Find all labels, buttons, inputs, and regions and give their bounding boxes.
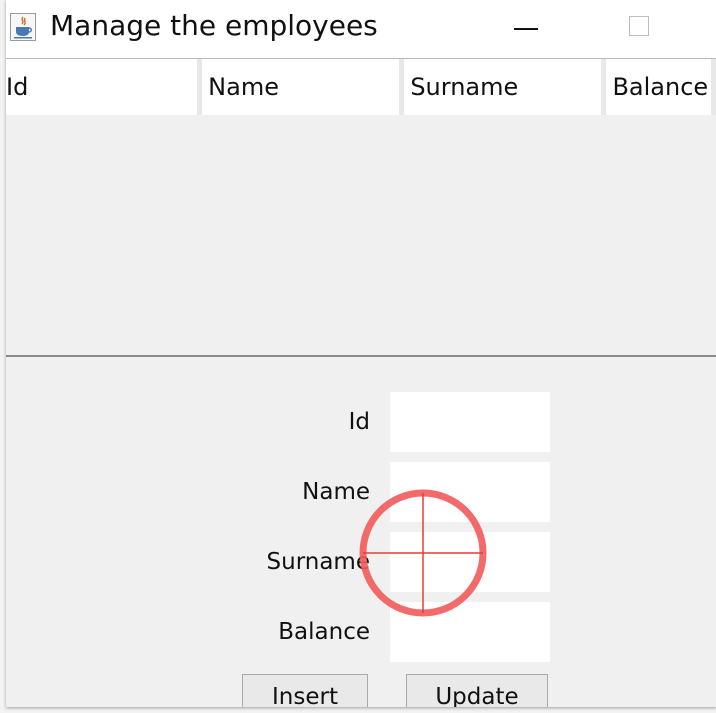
- surname-field[interactable]: [390, 532, 550, 592]
- name-label: Name: [302, 479, 370, 505]
- name-field[interactable]: [390, 462, 550, 522]
- balance-label: Balance: [278, 619, 370, 645]
- maximize-icon[interactable]: [626, 12, 662, 46]
- column-header-id[interactable]: Id: [6, 59, 198, 115]
- java-icon[interactable]: [10, 13, 36, 41]
- column-header-balance[interactable]: Balance: [606, 59, 711, 115]
- employee-manager-window: Manage the employees Id Name Surname Bal…: [6, 0, 716, 707]
- update-button[interactable]: Update: [406, 674, 548, 707]
- title-bar[interactable]: Manage the employees: [6, 0, 716, 59]
- table-header: Id Name Surname Balance: [6, 59, 716, 115]
- surname-label: Surname: [266, 549, 370, 575]
- id-label: Id: [348, 409, 370, 435]
- window-title: Manage the employees: [50, 9, 378, 42]
- id-field[interactable]: [390, 392, 550, 452]
- split-pane-divider[interactable]: [6, 355, 716, 357]
- employees-table-body[interactable]: [6, 115, 716, 355]
- employee-form: Id Name Surname Balance Insert Update: [6, 358, 716, 707]
- column-header-surname[interactable]: Surname: [404, 59, 602, 115]
- minimize-icon[interactable]: [506, 12, 546, 46]
- insert-button[interactable]: Insert: [242, 674, 368, 707]
- balance-field[interactable]: [390, 602, 550, 662]
- column-header-name[interactable]: Name: [202, 59, 400, 115]
